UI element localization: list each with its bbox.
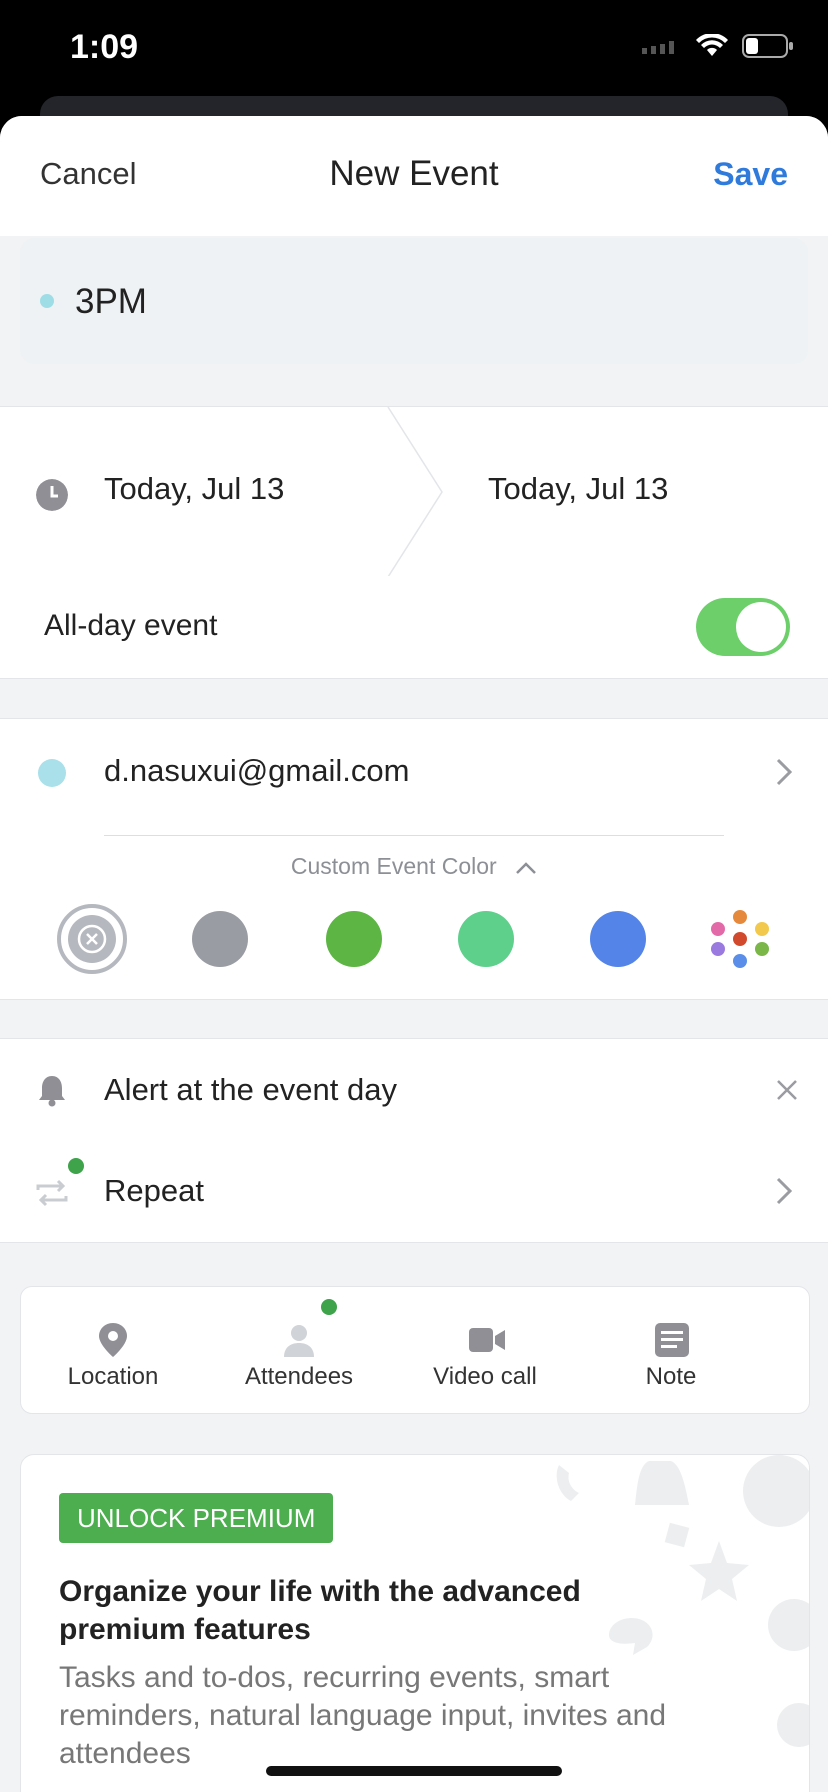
note-label: Note [645,1363,697,1390]
video-camera-icon [469,1328,505,1352]
all-day-label: All-day event [44,609,218,642]
end-date[interactable]: Today, Jul 13 [488,471,668,507]
chevron-right-icon[interactable] [774,757,794,787]
date-divider-arrow [387,407,443,577]
all-day-row: All-day event [0,576,828,679]
alert-label: Alert at the event day [104,1072,397,1107]
note-icon [655,1323,689,1357]
no-color-swatch[interactable] [56,903,128,975]
attendees-badge-dot [321,1299,337,1315]
close-icon[interactable] [776,1079,798,1101]
bell-icon [39,1076,65,1107]
custom-color-label: Custom Event Color [290,853,497,879]
chevron-right-icon[interactable] [774,1176,794,1206]
blue-swatch[interactable] [590,911,646,967]
video-call-label: Video call [433,1363,537,1390]
green-swatch[interactable] [326,911,382,967]
premium-title: Organize your life with the advanced pre… [59,1575,581,1646]
location-pin-icon [99,1323,127,1357]
chevron-up-icon[interactable] [515,861,537,875]
unlock-premium-badge[interactable]: UNLOCK PREMIUM [59,1493,334,1543]
alert-row[interactable]: Alert at the event day [0,1038,828,1142]
wifi-icon [696,34,728,56]
video-call-button[interactable]: Video call [395,1287,575,1413]
signal-icon [642,41,674,54]
repeat-label: Repeat [104,1173,204,1208]
clock-icon [36,479,68,511]
premium-description: Tasks and to-dos, recurring events, smar… [59,1661,667,1770]
event-title-field[interactable]: 3PM [20,238,808,364]
location-label: Location [67,1363,159,1390]
battery-icon [742,34,793,58]
action-bar: Location Attendees Video call Note [20,1286,810,1414]
new-event-sheet: Cancel New Event Save 3PM Today, Jul 13 … [0,116,828,1792]
calendar-color-dot [38,759,66,787]
repeat-icon [36,1179,68,1207]
status-time: 1:09 [70,28,139,66]
premium-card[interactable]: UNLOCK PREMIUM Organize your life with t… [20,1454,810,1792]
all-day-toggle[interactable] [696,598,790,656]
calendar-account[interactable]: d.nasuxui@gmail.com [104,753,409,789]
attendees-label: Attendees [244,1363,354,1390]
event-title-input[interactable]: 3PM [75,282,147,322]
date-row: Today, Jul 13 Today, Jul 13 [0,406,828,578]
calendar-section: d.nasuxui@gmail.com Custom Event Color [0,718,828,1000]
repeat-status-dot [68,1158,84,1174]
more-colors-icon[interactable] [708,907,772,971]
home-indicator [266,1766,562,1776]
repeat-row[interactable]: Repeat [0,1140,828,1243]
start-date[interactable]: Today, Jul 13 [104,471,284,507]
gray-swatch[interactable] [192,911,248,967]
attendees-button[interactable]: Attendees [209,1287,389,1413]
event-color-dot [40,294,54,308]
note-button[interactable]: Note [581,1287,761,1413]
person-icon [284,1325,314,1357]
location-button[interactable]: Location [23,1287,203,1413]
color-swatches [56,901,776,975]
mint-swatch[interactable] [458,911,514,967]
